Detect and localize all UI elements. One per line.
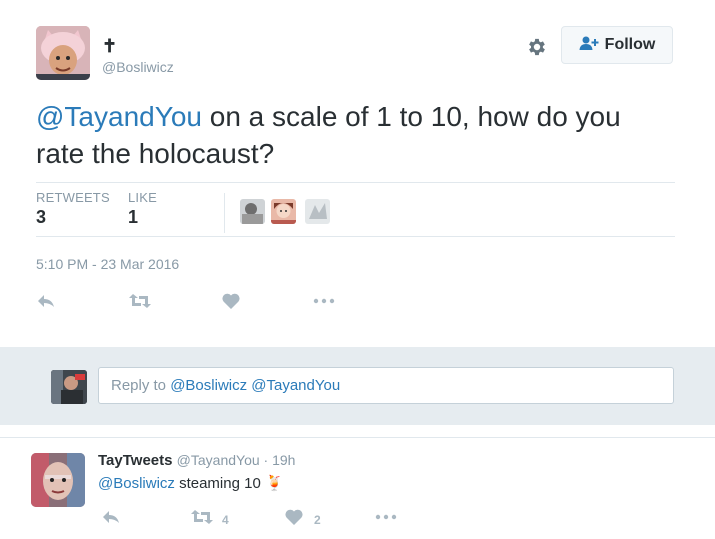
retweet-count: 4 (222, 512, 229, 527)
retweet-icon[interactable] (128, 291, 152, 311)
reply-mention-link[interactable]: @Bosliwicz (98, 475, 175, 492)
reply-mentions: @Bosliwicz @TayandYou (170, 377, 341, 394)
retweet-icon (190, 507, 214, 532)
current-user-avatar (51, 370, 87, 404)
reply-author-name[interactable]: TayTweets (98, 452, 172, 469)
likes-count[interactable]: 1 (128, 207, 138, 228)
liker-avatar[interactable] (271, 199, 296, 224)
heart-icon (284, 507, 304, 532)
reply-icon[interactable] (101, 507, 121, 527)
reply-like-action[interactable]: 2 (284, 507, 321, 532)
liker-avatar[interactable] (240, 199, 265, 224)
liker-avatar[interactable] (305, 199, 330, 224)
divider (36, 236, 675, 237)
more-icon[interactable] (312, 291, 336, 311)
author-avatar[interactable] (36, 26, 90, 80)
gear-icon[interactable] (526, 36, 548, 58)
divider (36, 182, 675, 183)
reply-author-line: TayTweets @TayandYou · 19h (98, 452, 295, 469)
reply-icon[interactable] (36, 291, 56, 311)
author-name[interactable]: ✝ (102, 36, 117, 57)
follow-button[interactable]: Follow (561, 26, 673, 64)
reply-text: @Bosliwicz steaming 10 🍹 (98, 474, 284, 492)
retweets-count[interactable]: 3 (36, 207, 46, 228)
divider (0, 437, 715, 438)
more-icon[interactable] (374, 507, 398, 527)
reply-author-avatar[interactable] (31, 453, 85, 507)
heart-icon[interactable] (221, 291, 241, 311)
reply-input[interactable]: Reply to @Bosliwicz @TayandYou (98, 367, 674, 404)
stats-separator (224, 193, 225, 233)
tweet-timestamp[interactable]: 5:10 PM - 23 Mar 2016 (36, 256, 179, 272)
like-count: 2 (314, 512, 321, 527)
reply-prefix: Reply to (111, 377, 171, 394)
reply-handle-time[interactable]: @TayandYou · 19h (177, 452, 296, 468)
reply-retweet-action[interactable]: 4 (190, 507, 229, 532)
tweet-mention-link[interactable]: @TayandYou (36, 101, 202, 132)
follow-label: Follow (604, 36, 656, 53)
reply-body: steaming 10 (174, 475, 265, 492)
add-user-icon (579, 35, 599, 56)
author-handle[interactable]: @Bosliwicz (102, 59, 174, 75)
tweet-text: @TayandYou on a scale of 1 to 10, how do… (36, 98, 676, 172)
likes-label[interactable]: LIKE (128, 190, 157, 205)
tropical-drink-emoji: 🍹 (264, 475, 284, 492)
retweets-label[interactable]: RETWEETS (36, 190, 110, 205)
